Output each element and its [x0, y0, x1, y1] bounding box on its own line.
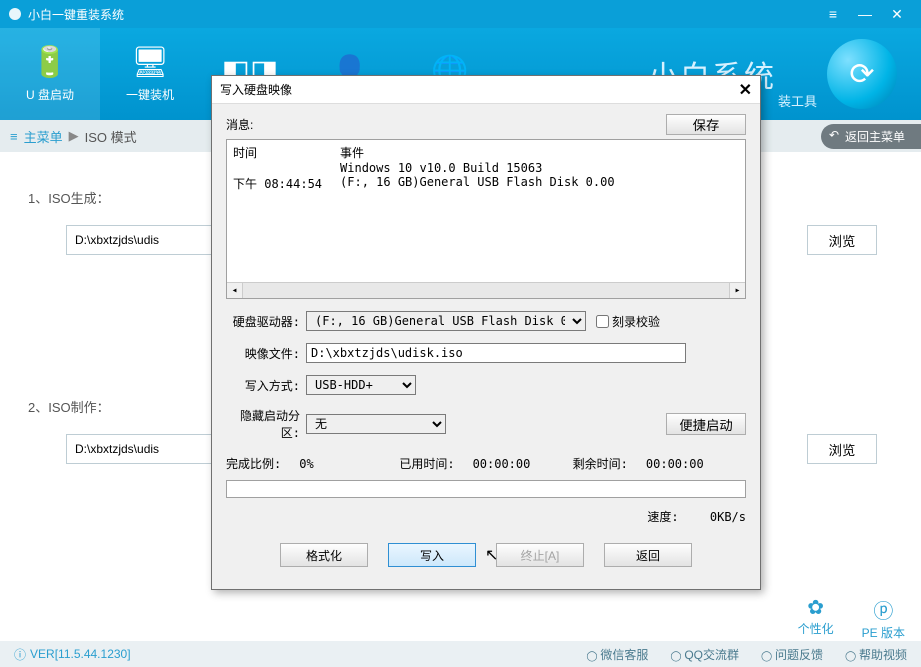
- return-button[interactable]: 返回: [604, 543, 692, 567]
- image-file-label: 映像文件:: [226, 345, 306, 362]
- abort-button[interactable]: 终止[A]: [496, 543, 584, 567]
- write-mode-label: 写入方式:: [226, 377, 306, 394]
- browse-button-1[interactable]: 浏览: [807, 225, 877, 255]
- drive-label: 硬盘驱动器:: [226, 313, 306, 330]
- log-header-event: 事件: [340, 144, 633, 161]
- speed-label: 速度:: [647, 510, 678, 524]
- log-row-2-event: (F:, 16 GB)General USB Flash Disk 0.00: [340, 175, 633, 192]
- elapsed-label: 已用时间:: [399, 457, 454, 471]
- verify-checkbox-input[interactable]: [596, 315, 609, 328]
- hidden-boot-select[interactable]: 无: [306, 414, 446, 434]
- menu-icon[interactable]: ≡: [817, 6, 849, 23]
- monitor-icon: 🖥: [100, 45, 200, 80]
- scroll-left-icon[interactable]: ◂: [227, 283, 243, 298]
- image-file-input[interactable]: [306, 343, 686, 363]
- toolbar-oneclick[interactable]: 🖥 一键装机: [100, 45, 200, 103]
- dialog-title: 写入硬盘映像: [220, 81, 292, 98]
- window-controls: ≡ — ✕: [817, 6, 913, 23]
- version-text: [11.5.44.1230]: [55, 647, 131, 661]
- refresh-orb-icon[interactable]: ⟳: [827, 39, 897, 109]
- message-label: 消息:: [226, 116, 253, 133]
- close-icon[interactable]: ✕: [881, 6, 913, 23]
- gear-icon: ✿: [798, 595, 834, 620]
- link-wechat[interactable]: 微信客服: [586, 646, 648, 663]
- toolbar-label: 一键装机: [126, 88, 174, 102]
- usb-icon: 🔋: [0, 45, 100, 80]
- verify-label: 刻录校验: [612, 313, 660, 330]
- pe-version-link[interactable]: ⓟ PE 版本: [862, 595, 905, 641]
- dialog-close-icon[interactable]: ✕: [739, 80, 752, 100]
- pe-icon: ⓟ: [862, 595, 905, 624]
- titlebar: 小白一键重装系统 ≡ — ✕: [0, 0, 921, 28]
- minimize-icon[interactable]: —: [849, 6, 881, 23]
- write-mode-select[interactable]: USB-HDD+: [306, 375, 416, 395]
- list-icon[interactable]: ≡: [10, 129, 18, 144]
- write-button[interactable]: 写入: [388, 543, 476, 567]
- hidden-boot-label: 隐藏启动分区:: [226, 407, 306, 441]
- link-qq[interactable]: QQ交流群: [670, 646, 739, 663]
- browse-button-2[interactable]: 浏览: [807, 434, 877, 464]
- bottom-bar: ✿ 个性化 ⓟ PE 版本: [798, 595, 905, 641]
- toolbar-usb-boot[interactable]: 🔋 U 盘启动: [0, 28, 100, 120]
- elapsed-value: 00:00:00: [473, 457, 531, 471]
- chevron-icon: ▶: [69, 128, 79, 144]
- progress-value: 0%: [299, 457, 313, 471]
- format-button[interactable]: 格式化: [280, 543, 368, 567]
- info-icon: ⓘ: [14, 646, 26, 663]
- link-feedback[interactable]: 问题反馈: [761, 646, 823, 663]
- remain-value: 00:00:00: [646, 457, 704, 471]
- personalize-link[interactable]: ✿ 个性化: [798, 595, 834, 641]
- log-box: 时间 事件 Windows 10 v10.0 Build 15063 下午 08…: [226, 139, 746, 299]
- verify-checkbox[interactable]: 刻录校验: [596, 313, 660, 330]
- scroll-right-icon[interactable]: ▸: [729, 283, 745, 298]
- quick-boot-button[interactable]: 便捷启动: [666, 413, 746, 435]
- scroll-track[interactable]: [243, 283, 729, 298]
- back-button[interactable]: 返回主菜单: [821, 124, 921, 149]
- log-header-time: 时间: [233, 144, 340, 161]
- app-title: 小白一键重装系统: [28, 6, 124, 23]
- bottom-label: PE 版本: [862, 626, 905, 640]
- log-hscrollbar[interactable]: ◂ ▸: [227, 282, 745, 298]
- ver-prefix: VER: [30, 647, 55, 661]
- drive-select[interactable]: (F:, 16 GB)General USB Flash Disk 0.00: [306, 311, 586, 331]
- app-icon: [8, 7, 22, 21]
- status-bar: ⓘ VER [11.5.44.1230] 微信客服 QQ交流群 问题反馈 帮助视…: [0, 641, 921, 667]
- link-help[interactable]: 帮助视频: [845, 646, 907, 663]
- write-disk-image-dialog: 写入硬盘映像 ✕ 消息: 保存 时间 事件 Windows 10 v10.0 B…: [211, 75, 761, 590]
- save-button[interactable]: 保存: [666, 114, 746, 135]
- crumb-leaf: ISO 模式: [85, 127, 137, 146]
- tools-suffix: 装工具: [778, 91, 817, 120]
- status-links: 微信客服 QQ交流群 问题反馈 帮助视频: [586, 646, 907, 663]
- remain-label: 剩余时间:: [573, 457, 628, 471]
- speed-value: 0KB/s: [710, 510, 746, 524]
- toolbar-label: U 盘启动: [0, 86, 100, 103]
- bottom-label: 个性化: [798, 622, 834, 636]
- log-row-1: Windows 10 v10.0 Build 15063: [340, 161, 633, 175]
- progress-label: 完成比例:: [226, 457, 281, 471]
- dialog-titlebar: 写入硬盘映像 ✕: [212, 76, 760, 104]
- progress-bar: [226, 480, 746, 498]
- log-row-2-time: 下午 08:44:54: [233, 175, 340, 192]
- crumb-root[interactable]: 主菜单: [24, 127, 63, 146]
